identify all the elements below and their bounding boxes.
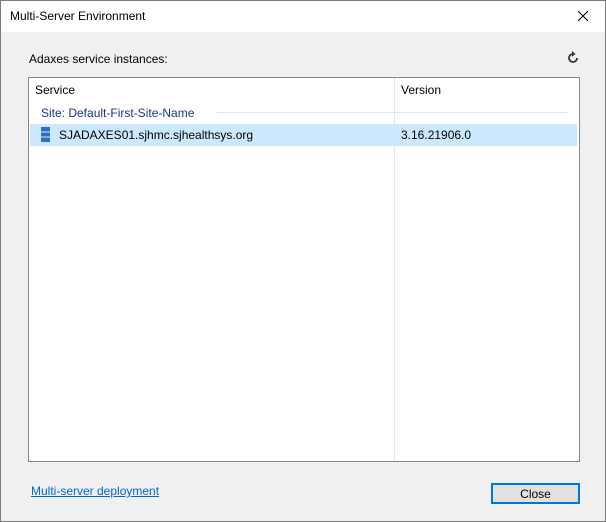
refresh-button[interactable] bbox=[565, 49, 581, 65]
window-title: Multi-Server Environment bbox=[10, 9, 146, 23]
group-divider-line bbox=[217, 112, 567, 113]
table-row[interactable]: SJADAXES01.sjhmc.sjhealthsys.org 3.16.21… bbox=[30, 124, 577, 146]
column-header-version[interactable]: Version bbox=[395, 78, 579, 103]
service-instances-list[interactable]: Service Version Site: Default-First-Site… bbox=[28, 77, 580, 462]
title-bar: Multi-Server Environment bbox=[1, 1, 605, 32]
group-label: Site: Default-First-Site-Name bbox=[41, 106, 195, 120]
close-icon bbox=[578, 11, 588, 21]
row-version: 3.16.21906.0 bbox=[401, 128, 472, 142]
dialog-window: Multi-Server Environment Adaxes service … bbox=[0, 0, 606, 522]
list-header: Service Version bbox=[29, 78, 579, 103]
column-header-service[interactable]: Service bbox=[29, 78, 395, 103]
multi-server-deployment-link[interactable]: Multi-server deployment bbox=[31, 484, 159, 498]
row-service-name: SJADAXES01.sjhmc.sjhealthsys.org bbox=[59, 128, 254, 142]
close-button[interactable]: Close bbox=[491, 483, 580, 504]
service-instances-label: Adaxes service instances: bbox=[29, 52, 168, 66]
server-icon bbox=[41, 127, 50, 142]
window-close-button[interactable] bbox=[561, 1, 605, 31]
group-header-site[interactable]: Site: Default-First-Site-Name bbox=[41, 105, 194, 121]
refresh-icon bbox=[568, 50, 578, 63]
